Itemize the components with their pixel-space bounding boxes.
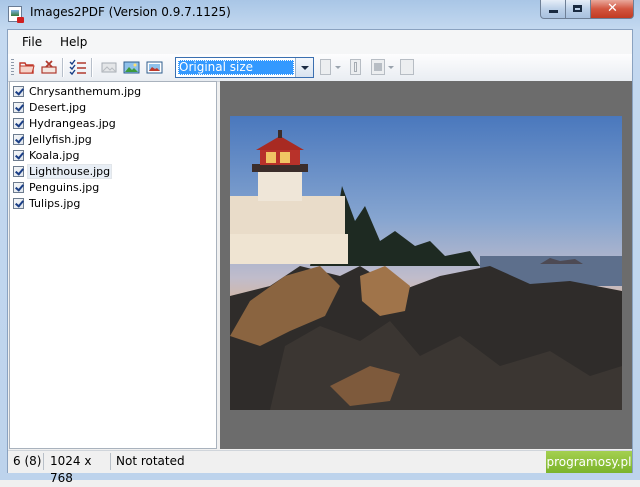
maximize-icon <box>573 5 582 12</box>
file-checkbox[interactable] <box>13 165 24 177</box>
window-title: Images2PDF (Version 0.9.7.1125) <box>30 5 231 19</box>
image-button-disabled[interactable] <box>100 58 118 76</box>
margin-button[interactable] <box>400 59 414 75</box>
file-name: Tulips.jpg <box>29 196 81 210</box>
caption-buttons: ✕ <box>540 0 634 19</box>
menu-file[interactable]: File <box>22 35 42 49</box>
file-name: Penguins.jpg <box>29 180 100 194</box>
title-bar[interactable]: Images2PDF (Version 0.9.7.1125) ✕ <box>0 0 640 27</box>
image-gray-icon <box>101 62 117 73</box>
file-checkbox[interactable] <box>13 181 24 193</box>
page-portrait-icon <box>354 62 357 72</box>
status-bar: 6 (8) 1024 x 768 Not rotated programosy.… <box>8 450 632 485</box>
close-icon: ✕ <box>607 1 618 16</box>
file-name: Lighthouse.jpg <box>26 163 113 179</box>
zoom-select[interactable]: Original size <box>175 57 314 78</box>
file-name: Hydrangeas.jpg <box>29 116 116 130</box>
toolbar-grip[interactable] <box>11 59 14 76</box>
select-all-button[interactable] <box>69 58 87 76</box>
chevron-down-icon[interactable] <box>295 58 313 77</box>
list-item[interactable]: Penguins.jpg <box>13 179 100 195</box>
image-preview-pane[interactable] <box>220 81 632 449</box>
list-item[interactable]: Koala.jpg <box>13 147 80 163</box>
list-item[interactable]: Chrysanthemum.jpg <box>13 83 142 99</box>
list-item[interactable]: Tulips.jpg <box>13 195 81 211</box>
status-image-count: 6 (8) <box>8 453 44 470</box>
minimize-button[interactable] <box>540 0 566 19</box>
page-size-dropdown-icon[interactable] <box>335 66 341 69</box>
file-checkbox[interactable] <box>13 101 24 113</box>
open-folder-icon <box>19 62 35 74</box>
zoom-select-value: Original size <box>178 60 294 75</box>
image-red-button[interactable] <box>146 58 164 76</box>
toolbar-separator <box>91 58 93 77</box>
app-window: Images2PDF (Version 0.9.7.1125) ✕ File H… <box>0 0 640 485</box>
menu-help[interactable]: Help <box>60 35 87 49</box>
file-checkbox[interactable] <box>13 197 24 209</box>
close-button[interactable]: ✕ <box>591 0 634 19</box>
lighthouse-photo <box>230 116 622 410</box>
list-item[interactable]: Jellyfish.jpg <box>13 131 93 147</box>
file-name: Chrysanthemum.jpg <box>29 84 142 98</box>
file-checkbox[interactable] <box>13 149 24 161</box>
image-landscape-icon <box>123 61 140 74</box>
remove-images-icon <box>41 60 57 74</box>
image-green-button[interactable] <box>123 58 141 76</box>
file-checkbox[interactable] <box>13 85 24 97</box>
layout-icon <box>374 63 382 71</box>
list-item-selected[interactable]: Lighthouse.jpg <box>13 163 113 179</box>
status-rotation: Not rotated <box>116 454 185 468</box>
file-checkbox[interactable] <box>13 133 24 145</box>
list-item[interactable]: Desert.jpg <box>13 99 87 115</box>
minimize-icon <box>549 10 558 13</box>
file-checkbox[interactable] <box>13 117 24 129</box>
file-list[interactable]: Chrysanthemum.jpg Desert.jpg Hydrangeas.… <box>9 81 217 449</box>
remove-images-button[interactable] <box>40 58 58 76</box>
open-folder-button[interactable] <box>18 58 36 76</box>
client-area: File Help Original size Chrysanthemum.jp… <box>7 29 633 485</box>
list-item[interactable]: Hydrangeas.jpg <box>13 115 117 131</box>
menu-bar: File Help <box>8 30 632 55</box>
toolbar: Original size <box>8 54 632 82</box>
app-icon[interactable] <box>8 6 24 23</box>
watermark-badge: programosy.pl <box>546 451 632 473</box>
file-name: Desert.jpg <box>29 100 87 114</box>
file-name: Jellyfish.jpg <box>29 132 92 146</box>
status-dimensions: 1024 x 768 <box>45 453 111 485</box>
layout-dropdown-icon[interactable] <box>388 66 394 69</box>
layout-button[interactable] <box>371 59 385 75</box>
file-name: Koala.jpg <box>29 148 80 162</box>
preview-image <box>230 116 622 410</box>
checklist-icon <box>69 59 86 76</box>
orientation-button[interactable] <box>350 59 361 75</box>
toolbar-separator <box>62 58 64 77</box>
maximize-button[interactable] <box>566 0 591 19</box>
image-framed-icon <box>146 61 163 74</box>
page-size-button[interactable] <box>320 59 331 75</box>
